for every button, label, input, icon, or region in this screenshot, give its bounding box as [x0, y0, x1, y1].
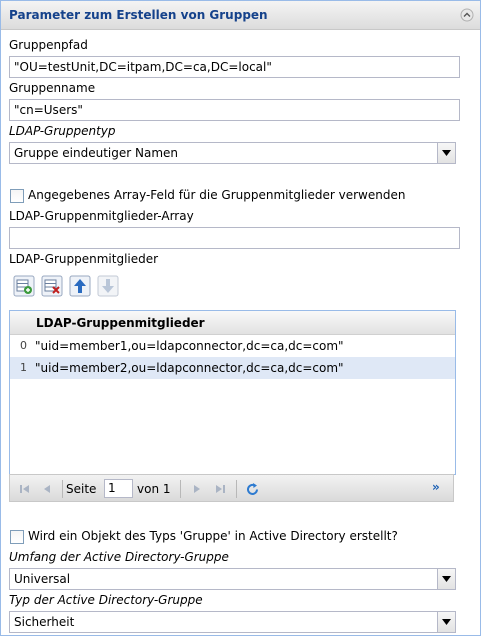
page-input[interactable]: 1 [104, 479, 133, 498]
last-page-icon[interactable] [213, 482, 227, 496]
use-array-label: Angegebenes Array-Feld für die Gruppenmi… [28, 188, 406, 202]
chevron-down-icon[interactable] [437, 143, 455, 163]
ad-object-checkbox[interactable] [10, 530, 24, 544]
group-type-select[interactable]: Gruppe eindeutiger Namen [9, 142, 456, 164]
row-value[interactable]: "uid=member2,ou=ldapconnector,dc=ca,dc=c… [35, 361, 344, 375]
more-icon[interactable]: » [432, 480, 440, 494]
grid-header: LDAP-Gruppenmitglieder [10, 311, 455, 335]
chevron-up-icon[interactable] [460, 8, 474, 22]
group-name-field[interactable]: "cn=Users" [9, 99, 460, 121]
pager-separator [62, 480, 63, 498]
ad-type-value: Sicherheit [14, 615, 75, 629]
pager-separator [180, 480, 181, 498]
ad-type-label: Typ der Active Directory-Gruppe [9, 593, 203, 607]
page-of-label: von 1 [137, 482, 171, 496]
group-type-label: LDAP-Gruppentyp [9, 124, 116, 138]
prev-page-icon[interactable] [40, 482, 54, 496]
table-row[interactable]: 0 "uid=member1,ou=ldapconnector,dc=ca,dc… [10, 335, 455, 357]
row-index: 0 [20, 339, 27, 352]
ad-type-select[interactable]: Sicherheit [9, 611, 456, 633]
move-down-icon[interactable] [97, 275, 119, 297]
chevron-down-icon[interactable] [437, 612, 455, 632]
members-grid: LDAP-Gruppenmitglieder 0 "uid=member1,ou… [9, 310, 456, 475]
row-index: 1 [20, 361, 27, 374]
ad-scope-value: Universal [14, 572, 71, 586]
next-page-icon[interactable] [190, 482, 204, 496]
ad-scope-label: Umfang der Active Directory-Gruppe [9, 550, 229, 564]
members-array-label: LDAP-Gruppenmitglieder-Array [9, 209, 194, 223]
first-page-icon[interactable] [18, 482, 32, 496]
group-parameters-panel: Parameter zum Erstellen von Gruppen Grup… [0, 0, 481, 636]
members-label: LDAP-Gruppenmitglieder [9, 252, 159, 266]
panel-header: Parameter zum Erstellen von Gruppen [1, 1, 480, 30]
ad-object-label: Wird ein Objekt des Typs 'Gruppe' in Act… [28, 529, 398, 543]
delete-row-icon[interactable] [41, 275, 63, 297]
page-label: Seite [66, 482, 97, 496]
group-type-value: Gruppe eindeutiger Namen [14, 146, 178, 160]
use-array-checkbox[interactable] [10, 189, 24, 203]
row-value[interactable]: "uid=member1,ou=ldapconnector,dc=ca,dc=c… [35, 339, 344, 353]
move-up-icon[interactable] [69, 275, 91, 297]
pager-separator [236, 480, 237, 498]
grid-column-header[interactable]: LDAP-Gruppenmitglieder [36, 316, 205, 330]
group-path-field[interactable]: "OU=testUnit,DC=itpam,DC=ca,DC=local" [9, 56, 460, 78]
chevron-down-icon[interactable] [437, 569, 455, 589]
refresh-icon[interactable] [245, 482, 259, 496]
ad-scope-select[interactable]: Universal [9, 568, 456, 590]
table-row[interactable]: 1 "uid=member2,ou=ldapconnector,dc=ca,dc… [10, 357, 455, 379]
grid-pager: Seite 1 von 1 » [9, 474, 454, 502]
group-path-label: Gruppenpfad [9, 38, 88, 52]
add-row-icon[interactable] [13, 275, 35, 297]
panel-title: Parameter zum Erstellen von Gruppen [9, 8, 268, 22]
group-name-label: Gruppenname [9, 81, 96, 95]
members-array-field[interactable] [9, 227, 460, 249]
